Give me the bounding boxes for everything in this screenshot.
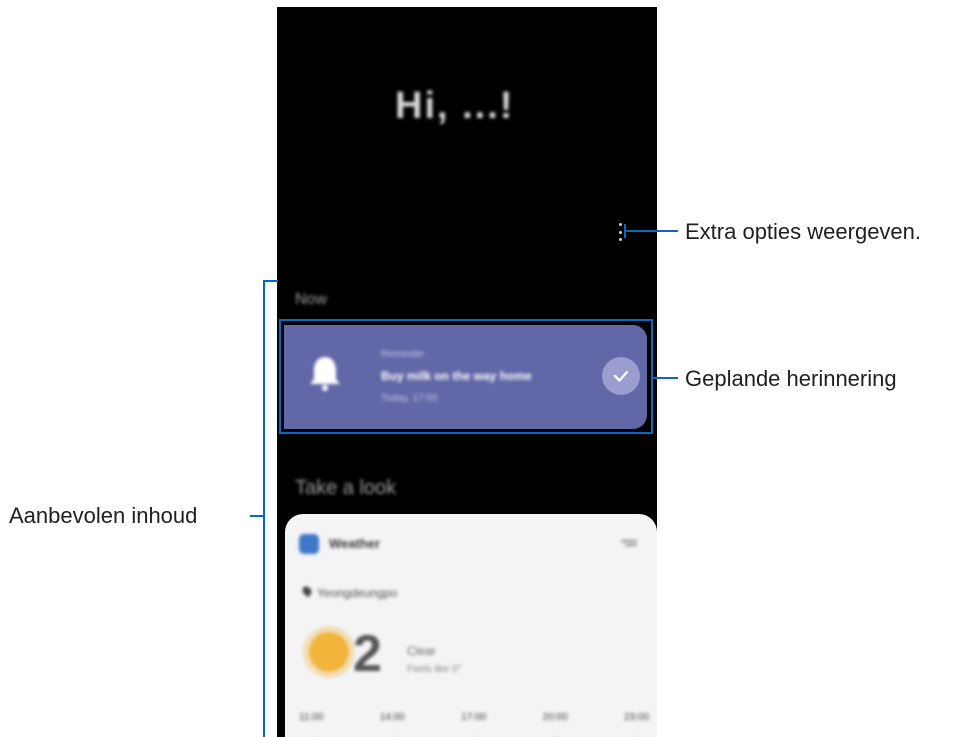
weather-location: Yeongdeungpo [317,586,398,600]
recommended-bracket-top [263,280,278,282]
greeting: Hi, ...! [395,85,515,127]
weather-feels-like: Feels like 0° [407,664,462,675]
sun-icon [309,632,349,672]
weather-card-title: Weather [329,536,381,551]
reminder-callout-line [653,377,678,379]
forecast-hour: 17:00 [461,712,487,723]
section-now-label: Now [295,291,328,308]
forecast-hour: 14:00 [379,712,405,723]
weather-temperature: 2 [353,625,382,683]
weather-app-icon [299,534,319,554]
forecast-hour: 20:00 [542,712,568,723]
recommended-callout-line [250,515,264,517]
forecast-hour: 23:00 [623,712,649,723]
location-pin-icon [300,584,314,598]
options-callout: Extra opties weergeven. [685,219,922,244]
weather-condition: Clear [407,644,436,658]
weather-card[interactable]: Weather Yeongdeungpo 2 Clear Feels like … [285,514,657,737]
section-take-a-look-label: Take a look [295,477,397,499]
recommended-bracket-vertical [263,280,265,737]
more-options-icon[interactable] [616,223,624,241]
recommended-callout: Aanbevolen inhoud [9,503,198,528]
hourly-forecast: 11:00 14:00 17:00 20:00 23:00 [299,712,649,723]
forecast-hour: 11:00 [299,712,324,723]
options-callout-line [624,230,678,232]
card-menu-icon[interactable] [621,540,637,546]
reminder-callout: Geplande herinnering [685,366,897,391]
reminder-highlight-frame [279,319,653,434]
options-callout-tick [624,224,626,238]
